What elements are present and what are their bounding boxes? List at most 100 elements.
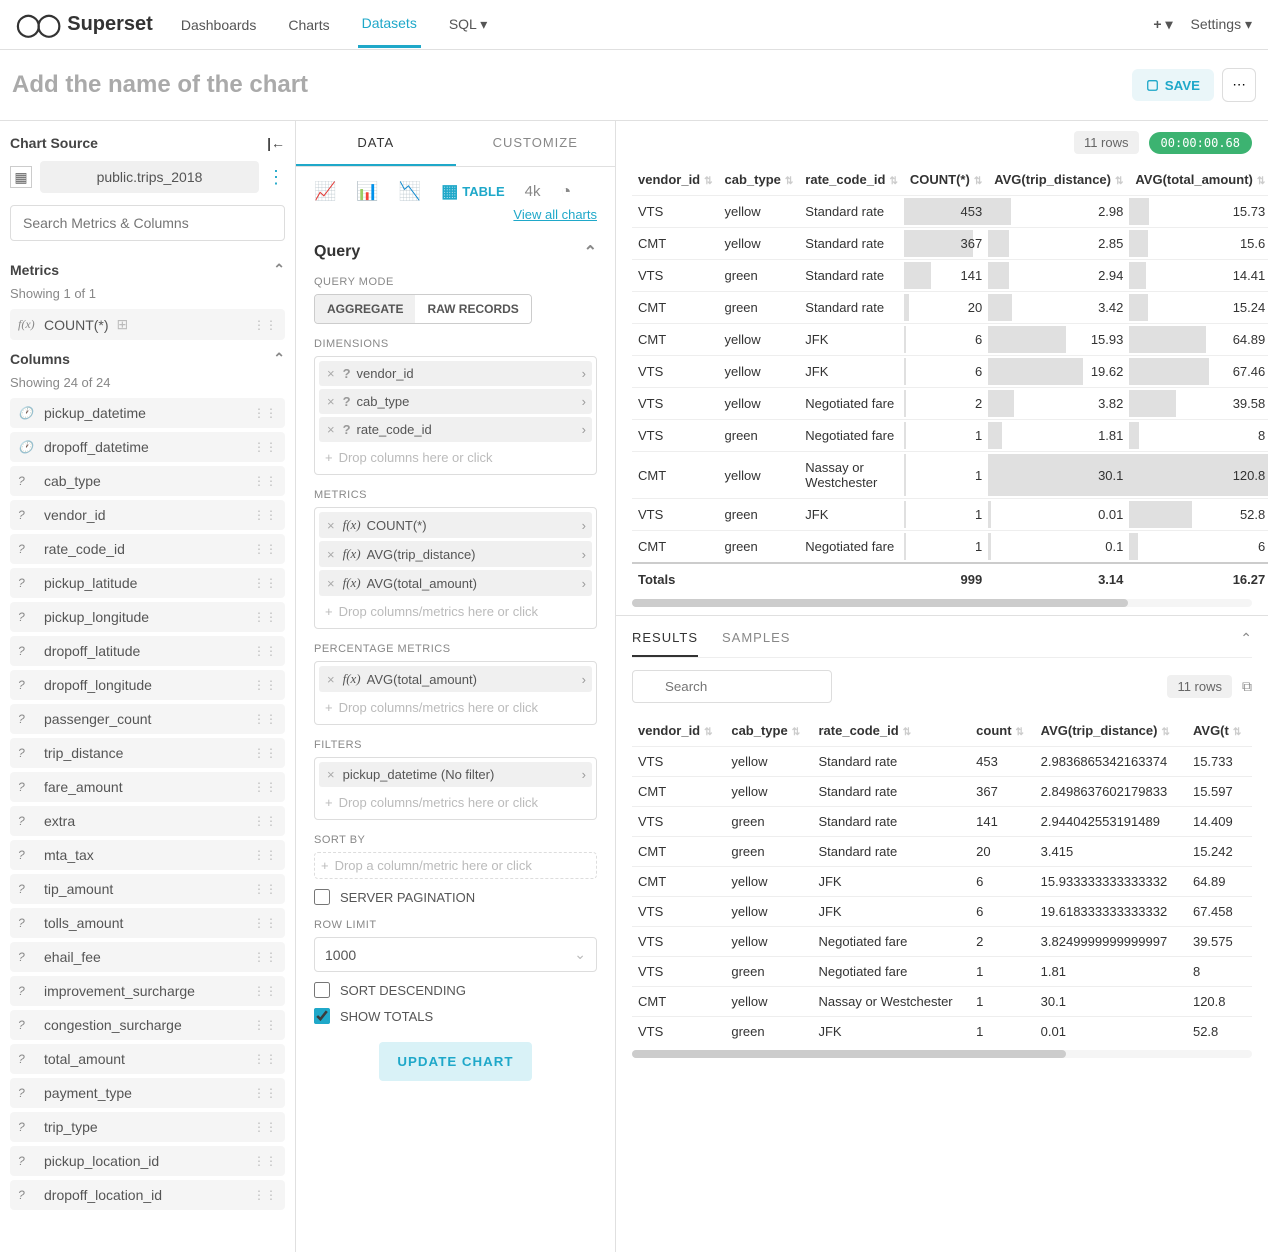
chevron-right-icon[interactable]: › [582,518,586,533]
sort-desc-row[interactable]: SORT DESCENDING [314,982,597,998]
drag-handle-icon[interactable]: ⋮⋮ [253,1120,277,1134]
chip[interactable]: ×pickup_datetime (No filter)› [319,762,592,787]
sort-icon[interactable]: ⇅ [1233,727,1241,738]
chart-title-input[interactable]: Add the name of the chart [12,71,1124,99]
sort-icon[interactable]: ⇅ [903,727,911,738]
server-pagination-checkbox[interactable] [314,889,330,905]
chip[interactable]: ×f(x)COUNT(*)› [319,512,592,538]
column-item[interactable]: ?total_amount⋮⋮ [10,1044,285,1074]
viz-area-icon[interactable]: 📉 [399,181,421,202]
search-metrics-input[interactable] [10,205,285,241]
drop-hint[interactable]: +Drop columns/metrics here or click [319,695,592,720]
save-button[interactable]: ▢ SAVE [1132,69,1214,101]
column-header[interactable]: AVG(trip_distance)⇅ [988,164,1129,196]
drag-handle-icon[interactable]: ⋮⋮ [253,678,277,692]
chevron-right-icon[interactable]: › [582,422,586,437]
column-item[interactable]: ?tolls_amount⋮⋮ [10,908,285,938]
viz-table[interactable]: ▦ TABLE [441,181,504,202]
column-header[interactable]: vendor_id⇅ [632,715,725,747]
remove-chip-icon[interactable]: × [325,518,337,533]
column-item[interactable]: ?fare_amount⋮⋮ [10,772,285,802]
nav-settings[interactable]: Settings ▾ [1190,16,1252,33]
chevron-right-icon[interactable]: › [582,366,586,381]
remove-chip-icon[interactable]: × [325,366,337,381]
drag-handle-icon[interactable]: ⋮⋮ [253,542,277,556]
viz-line-icon[interactable]: 📈 [314,181,336,202]
nav-dashboards[interactable]: Dashboards [177,3,261,47]
more-button[interactable]: ⋯ [1222,68,1256,102]
sort-icon[interactable]: ⇅ [1016,727,1024,738]
drag-handle-icon[interactable]: ⋮⋮ [253,1188,277,1202]
sort-icon[interactable]: ⇅ [704,176,712,187]
sort-icon[interactable]: ⇅ [1161,727,1169,738]
remove-chip-icon[interactable]: × [325,767,337,782]
mode-aggregate[interactable]: AGGREGATE [315,295,415,323]
view-all-charts-link[interactable]: View all charts [513,207,597,222]
column-item[interactable]: 🕐pickup_datetime⋮⋮ [10,398,285,428]
column-item[interactable]: ?trip_distance⋮⋮ [10,738,285,768]
dataset-menu-icon[interactable]: ⋮ [267,167,285,188]
drag-handle-icon[interactable]: ⋮⋮ [253,984,277,998]
server-pagination-row[interactable]: SERVER PAGINATION [314,889,597,905]
remove-chip-icon[interactable]: × [325,672,337,687]
column-item[interactable]: ?mta_tax⋮⋮ [10,840,285,870]
nav-datasets[interactable]: Datasets [358,1,421,48]
column-item[interactable]: ?dropoff_longitude⋮⋮ [10,670,285,700]
results-search-input[interactable] [632,670,832,703]
chevron-right-icon[interactable]: › [582,547,586,562]
add-menu[interactable]: + ▾ [1153,16,1172,33]
column-item[interactable]: ?pickup_latitude⋮⋮ [10,568,285,598]
tab-data[interactable]: DATA [296,121,456,166]
drag-handle-icon[interactable]: ⋮⋮ [253,848,277,862]
show-totals-checkbox[interactable] [314,1008,330,1024]
dataset-chip[interactable]: public.trips_2018 [40,161,259,193]
drag-handle-icon[interactable]: ⋮⋮ [253,746,277,760]
column-item[interactable]: ?extra⋮⋮ [10,806,285,836]
sort-icon[interactable]: ⇅ [785,176,793,187]
column-item[interactable]: ?pickup_location_id⋮⋮ [10,1146,285,1176]
drag-handle-icon[interactable]: ⋮⋮ [253,1086,277,1100]
chevron-right-icon[interactable]: › [582,576,586,591]
sort-icon[interactable]: ⇅ [889,176,897,187]
chip[interactable]: ×?vendor_id› [319,361,592,386]
chip[interactable]: ×f(x)AVG(total_amount)› [319,666,592,692]
column-item[interactable]: ?cab_type⋮⋮ [10,466,285,496]
drag-handle-icon[interactable]: ⋮⋮ [253,1052,277,1066]
column-item[interactable]: 🕐dropoff_datetime⋮⋮ [10,432,285,462]
tab-results[interactable]: RESULTS [632,630,698,657]
column-header[interactable]: cab_type⇅ [725,715,812,747]
query-header[interactable]: Query ⌃ [314,242,597,262]
remove-chip-icon[interactable]: × [325,576,337,591]
chevron-right-icon[interactable]: › [582,672,586,687]
chip[interactable]: ×f(x)AVG(total_amount)› [319,570,592,596]
drag-handle-icon[interactable]: ⋮⋮ [253,916,277,930]
drag-handle-icon[interactable]: ⋮⋮ [253,712,277,726]
drop-hint[interactable]: +Drop columns/metrics here or click [319,790,592,815]
sort-icon[interactable]: ⇅ [974,176,982,187]
drag-handle-icon[interactable]: ⋮⋮ [253,610,277,624]
column-header[interactable]: rate_code_id⇅ [799,164,904,196]
column-header[interactable]: rate_code_id⇅ [812,715,970,747]
collapse-results-icon[interactable]: ⌃ [1240,630,1252,657]
column-item[interactable]: ?congestion_surcharge⋮⋮ [10,1010,285,1040]
column-item[interactable]: ?tip_amount⋮⋮ [10,874,285,904]
remove-chip-icon[interactable]: × [325,394,337,409]
sort-icon[interactable]: ⇅ [1115,176,1123,187]
show-totals-row[interactable]: SHOW TOTALS [314,1008,597,1024]
sort-icon[interactable]: ⇅ [704,727,712,738]
drag-handle-icon[interactable]: ⋮⋮ [253,950,277,964]
chip[interactable]: ×?rate_code_id› [319,417,592,442]
chevron-right-icon[interactable]: › [582,767,586,782]
main-table-wrap[interactable]: vendor_id⇅cab_type⇅rate_code_id⇅COUNT(*)… [616,164,1268,595]
sort-drop[interactable]: +Drop a column/metric here or click [314,852,597,879]
drag-handle-icon[interactable]: ⋮⋮ [253,576,277,590]
tab-customize[interactable]: CUSTOMIZE [456,121,616,166]
column-header[interactable]: COUNT(*)⇅ [904,164,988,196]
column-item[interactable]: ?passenger_count⋮⋮ [10,704,285,734]
column-header[interactable]: count⇅ [970,715,1035,747]
column-item[interactable]: ?trip_type⋮⋮ [10,1112,285,1142]
metric-item[interactable]: f(x)COUNT(*)⊞⋮⋮ [10,309,285,340]
mode-raw[interactable]: RAW RECORDS [415,295,530,323]
metrics-section-header[interactable]: Metrics ⌃ [10,261,285,278]
column-item[interactable]: ?pickup_longitude⋮⋮ [10,602,285,632]
